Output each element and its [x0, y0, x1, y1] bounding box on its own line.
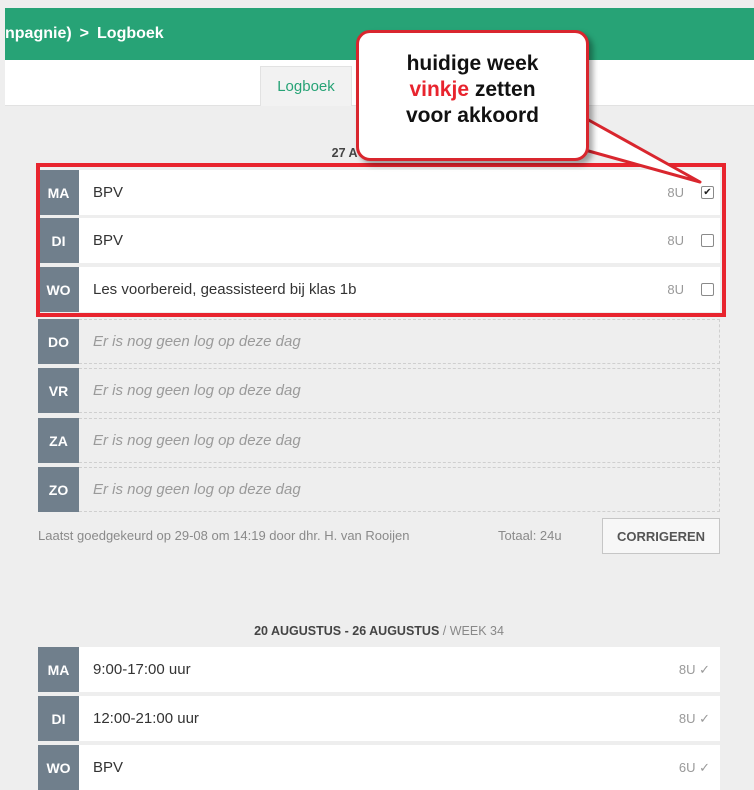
- approve-checkbox[interactable]: [701, 234, 714, 247]
- day-badge: DO: [38, 319, 79, 364]
- hours-approved-label: 6U ✓: [678, 759, 710, 775]
- log-row-zo[interactable]: ZO Er is nog geen log op deze dag: [38, 467, 720, 512]
- day-badge: VR: [38, 368, 79, 413]
- total-hours: Totaal: 24u: [498, 528, 562, 543]
- approve-checkbox[interactable]: [701, 283, 714, 296]
- hours-label: 8U: [667, 282, 684, 297]
- log-text: 12:00-21:00 uur: [93, 710, 199, 727]
- day-badge: WO: [38, 745, 79, 790]
- breadcrumb-parent[interactable]: npagnie): [5, 25, 72, 43]
- log-row-do[interactable]: DO Er is nog geen log op deze dag: [38, 319, 720, 364]
- empty-log-text: Er is nog geen log op deze dag: [93, 432, 301, 449]
- tab-logboek[interactable]: Logboek: [260, 66, 352, 106]
- day-badge: DI: [38, 218, 79, 263]
- hours-approved-label: 8U ✓: [678, 661, 710, 677]
- day-badge: ZO: [38, 467, 79, 512]
- week-footer: Laatst goedgekeurd op 29-08 om 14:19 doo…: [38, 516, 720, 556]
- hours-label: 8U: [667, 233, 684, 248]
- correct-button[interactable]: CORRIGEREN: [602, 518, 720, 554]
- breadcrumb-current: Logboek: [97, 25, 164, 42]
- log-row-za[interactable]: ZA Er is nog geen log op deze dag: [38, 418, 720, 463]
- week-dates: 20 AUGUSTUS - 26 AUGUSTUS: [254, 624, 440, 638]
- log-text: BPV: [93, 184, 124, 201]
- empty-log-text: Er is nog geen log op deze dag: [93, 481, 301, 498]
- callout-highlight-word: vinkje: [409, 78, 470, 101]
- log-text: 9:00-17:00 uur: [93, 661, 191, 678]
- callout-annotation: huidige week vinkje zetten voor akkoord: [356, 30, 589, 161]
- callout-line-2-rest: zetten: [469, 78, 536, 101]
- callout-line-1: huidige week: [406, 52, 539, 75]
- log-row-di-prev[interactable]: DI 12:00-21:00 uur 8U ✓: [38, 696, 720, 741]
- day-badge: WO: [38, 267, 79, 312]
- day-badge: DI: [38, 696, 79, 741]
- hours-approved-label: 8U ✓: [678, 710, 710, 726]
- empty-log-text: Er is nog geen log op deze dag: [93, 382, 301, 399]
- log-row-vr[interactable]: VR Er is nog geen log op deze dag: [38, 368, 720, 413]
- log-row-ma[interactable]: MA BPV 8U ✔: [38, 170, 720, 215]
- log-text: BPV: [93, 232, 124, 249]
- callout-line-3: voor akkoord: [405, 104, 540, 127]
- log-row-ma-prev[interactable]: MA 9:00-17:00 uur 8U ✓: [38, 647, 720, 692]
- week-number: / WEEK 34: [439, 624, 504, 638]
- day-badge: MA: [38, 170, 79, 215]
- hours-label: 8U: [667, 185, 684, 200]
- day-badge: MA: [38, 647, 79, 692]
- empty-log-text: Er is nog geen log op deze dag: [93, 333, 301, 350]
- approve-checkbox[interactable]: ✔: [701, 186, 714, 199]
- log-row-di[interactable]: DI BPV 8U: [38, 218, 720, 263]
- breadcrumb-separator: >: [79, 25, 90, 42]
- log-row-wo-prev[interactable]: WO BPV 6U ✓: [38, 745, 720, 790]
- log-row-wo[interactable]: WO Les voorbereid, geassisteerd bij klas…: [38, 267, 720, 312]
- log-text: BPV: [93, 759, 124, 776]
- callout-line-2: vinkje zetten: [359, 77, 586, 103]
- week-header-previous: 20 AUGUSTUS - 26 AUGUSTUS / WEEK 34: [38, 624, 720, 638]
- log-text: Les voorbereid, geassisteerd bij klas 1b: [93, 281, 357, 298]
- approved-status: Laatst goedgekeurd op 29-08 om 14:19 doo…: [38, 528, 410, 543]
- day-badge: ZA: [38, 418, 79, 463]
